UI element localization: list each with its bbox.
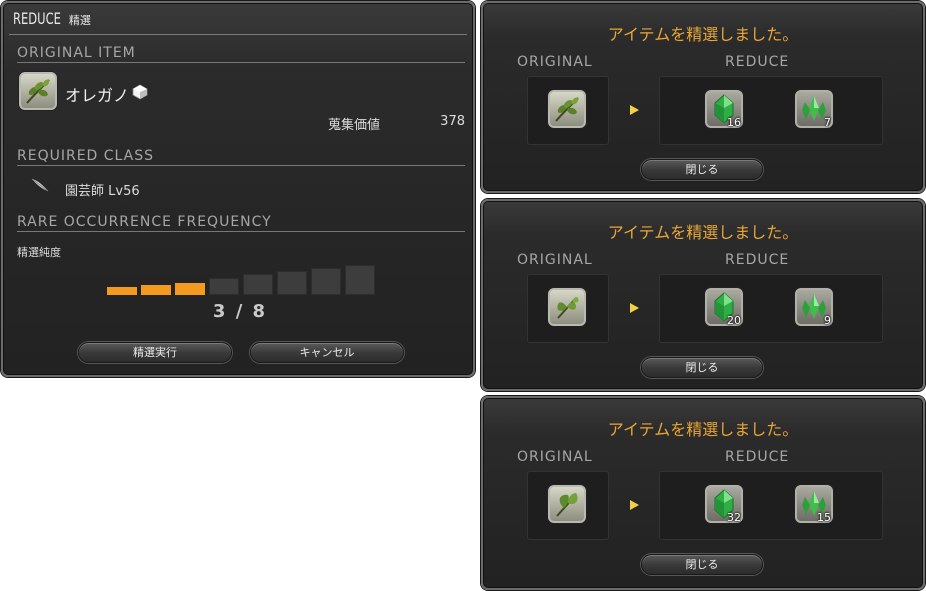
- oregano-leaf-icon[interactable]: [548, 90, 586, 128]
- wind-crystal-icon[interactable]: 32: [705, 485, 743, 524]
- crystal-quantity: 20: [727, 314, 741, 327]
- window-title-jp: 精選: [68, 14, 91, 27]
- item-name: オレガノ: [65, 86, 130, 105]
- wind-cluster-icon[interactable]: 15: [795, 485, 833, 524]
- collectability-value: 378: [440, 114, 465, 129]
- original-column-label: ORIGINAL: [517, 449, 593, 465]
- reduce-window: REDUCE 精選 ORIGINAL ITEM オレガノ 蒐集価値 378 RE…: [1, 1, 475, 377]
- collectable-icon: [132, 84, 148, 104]
- purity-segment: [277, 271, 307, 295]
- result-message: アイテムを精選しました。: [607, 420, 799, 439]
- cancel-button[interactable]: キャンセル: [250, 342, 404, 363]
- item-name-row: オレガノ: [65, 82, 148, 106]
- purity-segment: [175, 283, 205, 295]
- window-title-en: REDUCE: [13, 9, 61, 28]
- reduce-column-label: REDUCE: [725, 252, 790, 268]
- collectability-label: 蒐集価値: [328, 118, 381, 133]
- reduce-result-window-3: アイテムを精選しました。 ORIGINAL REDUCE 32 15 閉じる: [481, 396, 925, 590]
- purity-segment: [107, 287, 137, 295]
- arrow-right-icon: [630, 303, 639, 313]
- purity-segment: [209, 278, 239, 295]
- crystal-quantity: 16: [727, 116, 741, 129]
- close-button[interactable]: 閉じる: [641, 357, 763, 378]
- bay-leaf-icon[interactable]: [548, 485, 586, 523]
- wind-crystal-icon[interactable]: 20: [705, 288, 743, 327]
- title-divider: [9, 34, 467, 35]
- reduce-column-label: REDUCE: [725, 54, 790, 70]
- reduce-slot: [659, 274, 883, 343]
- required-class-text: 園芸師 Lv56: [65, 184, 140, 199]
- purity-segment: [345, 265, 375, 295]
- arrow-right-icon: [630, 105, 639, 115]
- rare-frequency-heading: RARE OCCURRENCE FREQUENCY: [17, 214, 465, 232]
- wind-cluster-icon[interactable]: 9: [795, 288, 833, 327]
- reduce-result-window-1: アイテムを精選しました。 ORIGINAL REDUCE 16 7 閉じる: [481, 1, 925, 193]
- purity-meter: [107, 261, 379, 295]
- window-title: REDUCE 精選: [13, 9, 91, 31]
- reduce-slot: [659, 471, 883, 540]
- purity-segment: [311, 268, 341, 295]
- required-class-heading: REQUIRED CLASS: [17, 148, 465, 166]
- original-item-heading: ORIGINAL ITEM: [17, 45, 465, 63]
- crystal-quantity: 32: [727, 511, 741, 524]
- wind-cluster-icon[interactable]: 7: [795, 90, 833, 129]
- wind-crystal-icon[interactable]: 16: [705, 90, 743, 129]
- close-button[interactable]: 閉じる: [641, 554, 763, 575]
- oregano-leaf-icon[interactable]: [19, 72, 57, 110]
- original-column-label: ORIGINAL: [517, 252, 593, 268]
- reduce-column-label: REDUCE: [725, 449, 790, 465]
- herb-leaf-icon[interactable]: [548, 288, 586, 326]
- botanist-feather-icon: [31, 177, 49, 197]
- purity-segment: [243, 274, 273, 295]
- purity-segment: [141, 285, 171, 295]
- purity-label: 精選純度: [17, 246, 61, 259]
- original-column-label: ORIGINAL: [517, 54, 593, 70]
- cluster-quantity: 7: [824, 116, 831, 129]
- result-message: アイテムを精選しました。: [607, 25, 799, 44]
- reduce-slot: [659, 76, 883, 145]
- close-button[interactable]: 閉じる: [641, 159, 763, 180]
- arrow-right-icon: [630, 500, 639, 510]
- reduce-result-window-2: アイテムを精選しました。 ORIGINAL REDUCE 20 9 閉じる: [481, 199, 925, 391]
- cluster-quantity: 9: [824, 314, 831, 327]
- reduce-confirm-button[interactable]: 精選実行: [78, 342, 232, 363]
- cluster-quantity: 15: [817, 511, 831, 524]
- result-message: アイテムを精選しました。: [607, 223, 799, 242]
- purity-value: 3 / 8: [212, 301, 268, 322]
